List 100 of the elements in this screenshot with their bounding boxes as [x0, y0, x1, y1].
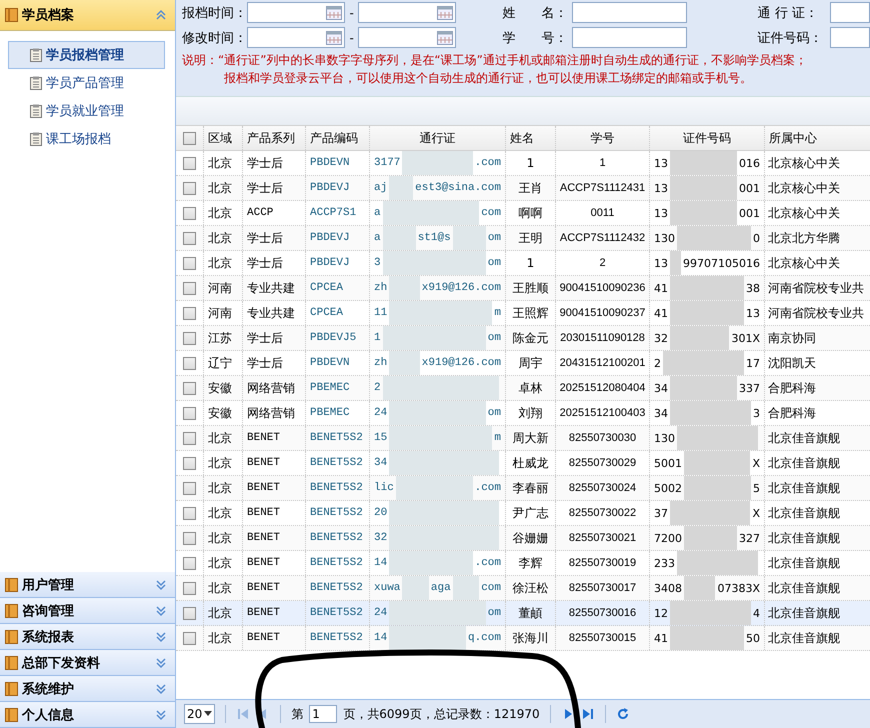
input-field[interactable] [830, 27, 870, 48]
table-row[interactable]: 河南 专业共建 CPCEA zh x919@126.com 王胜顺 90041510090236 41 38 河南省院校专业共 [176, 276, 870, 301]
checkbox[interactable] [183, 632, 196, 644]
checkbox[interactable] [183, 382, 196, 394]
table-cell: BENET [243, 501, 306, 525]
column-header[interactable]: 所属中心 [765, 126, 870, 150]
table-cell: 北京 [204, 576, 243, 600]
checkbox[interactable] [183, 432, 196, 444]
table-cell: 李辉 [506, 551, 556, 575]
checkbox[interactable] [183, 606, 196, 620]
column-header[interactable]: 区域 [204, 126, 243, 150]
table-cell: 北京佳音旗舰 [765, 451, 870, 475]
calendar-icon[interactable] [326, 30, 342, 44]
section-header[interactable]: 咨询管理 [0, 598, 175, 624]
refresh-icon[interactable] [616, 707, 630, 721]
expand-icon[interactable] [155, 578, 167, 590]
table-cell: 北京核心中关 [765, 151, 870, 175]
last-page-icon[interactable] [580, 707, 595, 721]
expand-icon[interactable] [155, 682, 167, 694]
collapse-icon[interactable] [155, 9, 167, 21]
expand-icon[interactable] [155, 630, 167, 642]
input-field[interactable] [572, 2, 687, 23]
section-header[interactable]: 个人信息 [0, 702, 175, 728]
checkbox[interactable] [183, 282, 196, 294]
table-row[interactable]: 北京 BENET BENET5S2 14 q.com 张海川 82550730015 41 50 北京佳音旗舰 [176, 626, 870, 651]
section-header[interactable]: 总部下发资料 [0, 650, 175, 676]
table-row[interactable]: 江苏 学士后 PBDEVJ5 1 om 陈金元 20301511090128 32 301X 南京协同 [176, 326, 870, 351]
table-cell: 河南省院校专业共 [765, 301, 870, 325]
checkbox[interactable] [183, 532, 196, 544]
section-header[interactable]: 学员档案 [0, 0, 175, 31]
expand-icon[interactable] [155, 604, 167, 616]
checkbox[interactable] [183, 482, 196, 494]
table-cell: PBDEVJ [306, 251, 370, 275]
table-row[interactable]: 北京 BENET BENET5S2 lic .com 李春丽 82550730024 5002 5 北京佳音旗舰 [176, 476, 870, 501]
table-cell: BENET5S2 [306, 526, 370, 550]
section-header[interactable]: 系统维护 [0, 676, 175, 702]
checkbox[interactable] [183, 206, 196, 220]
nav-item[interactable]: 学员报档管理 [8, 41, 165, 69]
caret-icon [204, 711, 212, 717]
table-cell: BENET5S2 [306, 551, 370, 575]
field-label: 通 行 证： [758, 4, 819, 22]
checkbox[interactable] [183, 156, 196, 170]
checkbox[interactable] [183, 182, 196, 194]
checkbox[interactable] [183, 582, 196, 594]
page-size-select[interactable]: 20 [184, 704, 216, 724]
calendar-icon[interactable] [437, 6, 454, 20]
date-field[interactable] [358, 2, 456, 23]
table-cell: 北京北方华腾 [765, 226, 870, 250]
date-field[interactable] [247, 27, 345, 48]
table-cell: 北京 [204, 451, 243, 475]
folder-icon [5, 708, 18, 722]
table-row[interactable]: 北京 BENET BENET5S2 32 谷姗姗 82550730021 7200 327 北京佳音旗舰 [176, 526, 870, 551]
table-cell: 90041510090236 [556, 276, 650, 300]
table-cell: 北京 [204, 151, 243, 175]
date-field[interactable] [247, 2, 345, 23]
table-row[interactable]: 北京 BENET BENET5S2 15 m 周大新 82550730030 130 北京佳音旗舰 [176, 426, 870, 451]
checkbox[interactable] [183, 456, 196, 470]
note-text: 报档和学员登录云平台，可以使用这个自动生成的通行证，也可以使用课工场绑定的邮箱或手机号。 [223, 70, 753, 87]
column-header[interactable]: 证件号码 [650, 126, 765, 150]
expand-icon[interactable] [155, 708, 167, 720]
checkbox[interactable] [183, 332, 196, 344]
expand-icon[interactable] [155, 656, 167, 668]
table-row[interactable]: 北京 学士后 PBDEVJ a st1@s om 王明 ACCP7S1112432 130 0 北京北方华腾 [176, 226, 870, 251]
table-row[interactable]: 安徽 网络营销 PBEMEC 2 卓林 20251512080404 34 337 合肥科海 [176, 376, 870, 401]
table-cell: 合肥科海 [765, 401, 870, 425]
table-cell: CPCEA [306, 301, 370, 325]
column-header[interactable]: 产品编码 [306, 126, 370, 150]
section-header[interactable]: 系统报表 [0, 624, 175, 650]
checkbox[interactable] [183, 132, 196, 144]
column-header[interactable]: 通行证 [370, 126, 506, 150]
checkbox[interactable] [183, 232, 196, 244]
table-cell: 北京佳音旗舰 [765, 576, 870, 600]
table-cell: 20301511090128 [556, 326, 650, 350]
section-header[interactable]: 用户管理 [0, 572, 175, 598]
checkbox[interactable] [183, 556, 196, 570]
table-cell: 北京 [204, 601, 243, 625]
nav-item[interactable]: 学员就业管理 [8, 97, 165, 125]
table-cell: 学士后 [243, 151, 306, 175]
date-field[interactable] [358, 27, 456, 48]
checkbox[interactable] [183, 256, 196, 270]
nav-item[interactable]: 课工场报档 [8, 125, 165, 153]
column-header[interactable]: 学号 [556, 126, 650, 150]
nav-item[interactable]: 学员产品管理 [8, 69, 165, 97]
column-header[interactable]: 产品系列 [243, 126, 306, 150]
calendar-icon[interactable] [326, 6, 342, 20]
input-field[interactable] [830, 2, 870, 23]
field-label: 修改时间： [182, 30, 247, 46]
page-input[interactable]: 1 [309, 705, 338, 723]
checkbox[interactable] [183, 356, 196, 370]
checkbox[interactable] [183, 306, 196, 320]
table-row[interactable]: 北京 学士后 PBDEVJ aj est3@sina.com 王肖 ACCP7S1112431 13 001 北京核心中关 [176, 176, 870, 201]
checkbox[interactable] [183, 406, 196, 420]
calendar-icon[interactable] [437, 30, 454, 44]
column-header[interactable]: 姓名 [506, 126, 556, 150]
table-cell: 王胜顺 [506, 276, 556, 300]
table-row[interactable]: 北京 BENET BENET5S2 24 om 董頔 82550730016 12 4 北京佳音旗舰 [176, 601, 870, 626]
table-cell: 北京 [204, 201, 243, 225]
checkbox[interactable] [183, 506, 196, 520]
table-row[interactable]: 北京 BENET BENET5S2 xuwa aga com 徐汪松 82550730017 3408 07383X 北京佳音旗舰 [176, 576, 870, 601]
input-field[interactable] [572, 27, 687, 48]
